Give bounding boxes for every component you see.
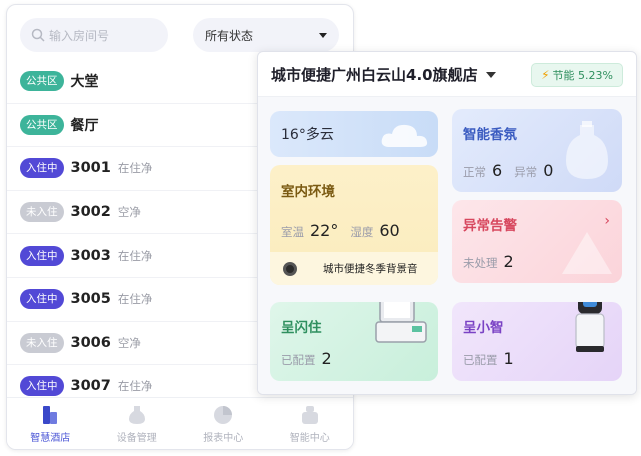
status-filter-value: 所有状态 [205,28,254,43]
hotel-icon [38,403,62,425]
hotel-name: 城市便捷广州白云山4.0旗舰店 [271,66,478,84]
room-status-tag: 入住中 [20,376,64,397]
robot-configured-count: 1 [503,349,514,368]
lightning-icon: ⚡ [541,68,550,82]
room-number: 3007 [70,378,111,395]
room-status-tag: 公共区 [20,71,64,92]
room-number: 3005 [70,291,111,308]
status-filter-select[interactable]: 所有状态 [193,18,339,52]
room-status-tag: 入住中 [20,245,64,266]
quick-checkin-card[interactable]: 呈闪住 已配置 2 [270,302,438,381]
alert-triangle-icon [562,232,612,274]
checkin-title: 呈闪住 [281,320,322,336]
search-input[interactable]: 输入房间号 [20,18,168,52]
scent-normal-label: 正常 [463,165,486,179]
nav-tab-device[interactable]: 设备管理 [94,398,181,449]
nav-tab-label: 报表中心 [203,433,244,444]
service-robot-card[interactable]: 呈小智 已配置 1 [452,302,622,381]
smart-icon [298,403,322,425]
dashboard-body: 16°多云 智能香氛 正常 6 异常 0 室内环境 室温 22° 湿度 60 城… [258,96,636,394]
nav-tab-label: 智慧酒店 [30,433,71,444]
humidity-value: 60 [379,221,400,240]
energy-saving-badge: ⚡ 节能 5.23% [531,63,623,87]
room-clean-status: 在住净 [117,292,153,307]
hotel-selector[interactable]: 城市便捷广州白云山4.0旗舰店 [271,64,496,85]
hotel-dashboard: 城市便捷广州白云山4.0旗舰店 ⚡ 节能 5.23% 16°多云 智能香氛 正常… [257,51,637,395]
room-clean-status: 在住净 [117,379,153,394]
alert-title: 异常告警 [463,218,517,234]
room-temp-label: 室温 [281,225,304,239]
kiosk-icon [375,302,427,343]
area-name: 餐厅 [70,117,99,134]
diffuser-icon [566,121,608,179]
robot-configured-label: 已配置 [463,353,498,367]
cloud-icon [381,124,428,147]
search-icon [31,28,45,42]
room-clean-status: 在住净 [117,248,153,263]
chevron-down-icon [319,32,327,38]
nav-tab-label: 设备管理 [116,433,157,444]
room-clean-status: 空净 [117,205,141,220]
room-temp-value: 22° [310,221,339,240]
environment-title: 室内环境 [281,184,335,200]
room-clean-status: 在住净 [117,161,153,176]
unhandled-label: 未处理 [463,256,498,270]
energy-saving-text: 节能 5.23% [552,69,613,82]
search-placeholder: 输入房间号 [49,28,110,43]
humidity-label: 湿度 [350,225,374,239]
room-status-tag: 公共区 [20,114,64,135]
robot-icon [575,302,605,352]
room-number: 3001 [70,160,111,177]
indoor-environment-card[interactable]: 室内环境 室温 22° 湿度 60 城市便捷冬季背景音 [270,165,438,285]
nav-tab-report[interactable]: 报表中心 [180,398,267,449]
chevron-down-icon [485,71,496,78]
checkin-configured-count: 2 [321,349,332,368]
music-disc-icon [283,261,297,276]
device-icon [125,403,149,425]
background-music-name: 城市便捷冬季背景音 [323,263,418,275]
room-number: 3006 [70,334,111,351]
report-icon [211,403,235,425]
nav-tab-smart[interactable]: 智能中心 [267,398,354,449]
scent-abnormal-count: 0 [543,161,554,180]
nav-tab-hotel[interactable]: 智慧酒店 [7,398,94,449]
room-status-tag: 未入住 [20,332,64,353]
smart-scent-card[interactable]: 智能香氛 正常 6 异常 0 [452,109,622,192]
room-number: 3003 [70,247,111,264]
scent-abnormal-label: 异常 [514,165,538,179]
abnormal-alert-card[interactable]: 异常告警 › 未处理 2 [452,200,622,283]
room-status-tag: 入住中 [20,289,64,310]
room-number: 3002 [70,204,111,221]
room-status-tag: 未入住 [20,202,64,223]
scent-normal-count: 6 [492,161,503,180]
checkin-configured-label: 已配置 [281,353,316,367]
weather-text: 16°多云 [281,127,334,143]
scent-title: 智能香氛 [463,127,517,143]
bottom-nav: 智慧酒店 设备管理 报表中心 智能中心 [7,397,353,449]
room-clean-status: 空净 [117,335,141,350]
room-status-tag: 入住中 [20,158,64,179]
background-music-bar[interactable]: 城市便捷冬季背景音 [270,252,438,285]
chevron-right-icon: › [604,213,610,229]
robot-title: 呈小智 [463,320,504,336]
unhandled-count: 2 [503,252,514,271]
nav-tab-label: 智能中心 [289,433,330,444]
area-name: 大堂 [70,74,99,91]
weather-card: 16°多云 [270,111,438,157]
